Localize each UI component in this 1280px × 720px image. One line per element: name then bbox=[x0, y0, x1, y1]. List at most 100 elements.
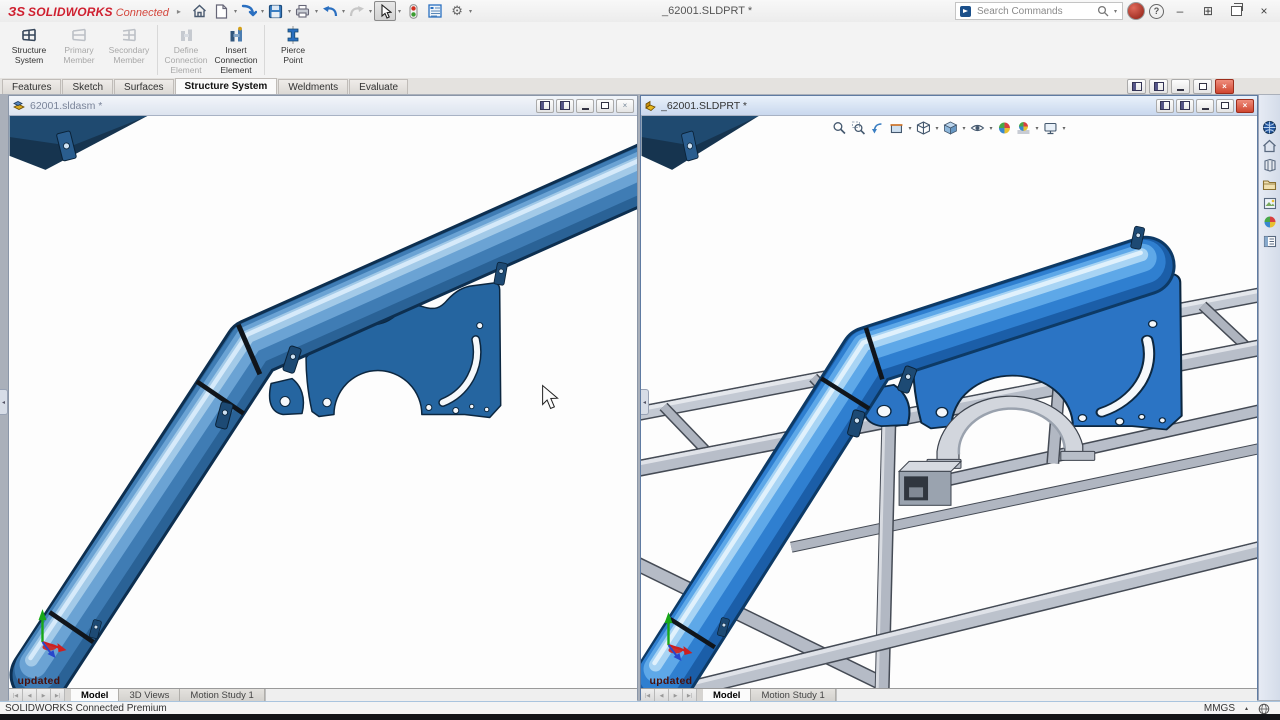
save-dropdown-icon[interactable]: ▾ bbox=[288, 8, 291, 15]
menu-flyout-icon[interactable]: ▸ bbox=[177, 7, 181, 16]
zoom-to-fit-button[interactable] bbox=[831, 120, 847, 136]
3dexperience-resources-button[interactable] bbox=[1261, 119, 1279, 135]
secondary-member-button: Secondary Member bbox=[104, 22, 154, 78]
assembly-viewport[interactable]: updated bbox=[9, 116, 637, 688]
app-close-button[interactable]: × bbox=[1252, 1, 1276, 21]
display-style-dropdown-icon[interactable]: ▾ bbox=[962, 125, 965, 132]
tile-horizontal-button[interactable] bbox=[1156, 99, 1174, 113]
section-view-button[interactable] bbox=[888, 120, 904, 136]
mdi-close-button[interactable]: × bbox=[1215, 79, 1234, 94]
print-dropdown-icon[interactable]: ▾ bbox=[315, 8, 318, 15]
search-icon[interactable] bbox=[1097, 5, 1109, 17]
search-scope-icon[interactable] bbox=[960, 6, 971, 17]
task-pane bbox=[1258, 95, 1280, 700]
status-globe-icon[interactable] bbox=[1258, 703, 1270, 715]
undo-button[interactable] bbox=[320, 2, 340, 20]
roll-cage-tube[interactable] bbox=[655, 253, 1146, 680]
previous-view-button[interactable] bbox=[869, 120, 885, 136]
app-tile-button[interactable]: ⊞ bbox=[1196, 1, 1220, 21]
open-dropdown-icon[interactable]: ▾ bbox=[261, 8, 264, 15]
help-button[interactable]: ? bbox=[1149, 4, 1164, 19]
heads-up-view-toolbar: ▾ ▾ ▾ ▾ bbox=[831, 119, 1066, 137]
mdi-minimize-button[interactable] bbox=[1171, 79, 1190, 94]
search-box[interactable]: ▾ bbox=[955, 2, 1123, 20]
assembly-3d-scene[interactable]: updated bbox=[9, 116, 637, 688]
tab-structure-system[interactable]: Structure System bbox=[175, 78, 278, 94]
window-close-button[interactable]: × bbox=[1236, 99, 1254, 113]
custom-properties-button[interactable] bbox=[1261, 233, 1279, 249]
tab-surfaces[interactable]: Surfaces bbox=[114, 79, 173, 94]
search-dropdown-icon[interactable]: ▾ bbox=[1114, 8, 1117, 15]
hide-show-items-button[interactable] bbox=[970, 120, 986, 136]
part-window-title: _62001.SLDPRT * bbox=[661, 100, 1152, 112]
new-document-button[interactable] bbox=[212, 2, 232, 20]
list-panel-button[interactable] bbox=[425, 2, 445, 20]
units-label[interactable]: MMGS bbox=[1204, 703, 1235, 714]
tile-vertical-button[interactable] bbox=[1149, 79, 1168, 94]
solidworks-resources-button[interactable] bbox=[1261, 138, 1279, 154]
new-dropdown-icon[interactable]: ▾ bbox=[234, 8, 237, 15]
file-explorer-button[interactable] bbox=[1261, 176, 1279, 192]
tile-horizontal-button[interactable] bbox=[536, 99, 554, 113]
insert-connection-element-icon bbox=[227, 25, 245, 45]
edit-appearance-button[interactable] bbox=[997, 120, 1013, 136]
window-minimize-button[interactable] bbox=[1196, 99, 1214, 113]
apply-scene-button[interactable] bbox=[1016, 120, 1032, 136]
scene-dropdown-icon[interactable]: ▾ bbox=[1036, 125, 1039, 132]
window-restore-button[interactable] bbox=[596, 99, 614, 113]
window-restore-button[interactable] bbox=[1216, 99, 1234, 113]
part-window-titlebar[interactable]: _62001.SLDPRT * × bbox=[641, 96, 1257, 116]
assembly-bottom-tabs: |◀ ◀ ▶ ▶| Model 3D Views Motion Study 1 bbox=[9, 688, 637, 702]
secondary-member-icon bbox=[120, 25, 138, 45]
hide-show-dropdown-icon[interactable]: ▾ bbox=[990, 125, 993, 132]
tab-features[interactable]: Features bbox=[2, 79, 61, 94]
view-orientation-button[interactable] bbox=[915, 120, 931, 136]
featuremanager-collapse-handle-left[interactable]: ◂ bbox=[0, 389, 8, 415]
search-input[interactable] bbox=[975, 5, 1093, 18]
section-dropdown-icon[interactable]: ▾ bbox=[908, 125, 911, 132]
print-button[interactable] bbox=[293, 2, 313, 20]
select-dropdown-icon[interactable]: ▾ bbox=[398, 8, 401, 15]
featuremanager-collapse-handle-right[interactable]: ◂ bbox=[641, 389, 649, 415]
app-minimize-button[interactable]: – bbox=[1168, 1, 1192, 21]
define-connection-element-button: Define Connection Element bbox=[161, 22, 211, 78]
undo-dropdown-icon[interactable]: ▾ bbox=[342, 8, 345, 15]
tile-horizontal-button[interactable] bbox=[1127, 79, 1146, 94]
mdi-restore-button[interactable] bbox=[1193, 79, 1212, 94]
window-minimize-button[interactable] bbox=[576, 99, 594, 113]
tab-weldments[interactable]: Weldments bbox=[278, 79, 348, 94]
structure-system-button[interactable]: Structure System bbox=[4, 22, 54, 78]
open-button[interactable] bbox=[239, 2, 259, 20]
part-3d-scene[interactable]: updated bbox=[641, 116, 1257, 688]
workspace: ◂ ◂ 62001.sldasm * × bbox=[0, 94, 1280, 701]
settings-dropdown-icon[interactable]: ▾ bbox=[469, 8, 472, 15]
orientation-dropdown-icon[interactable]: ▾ bbox=[935, 125, 938, 132]
select-tool-button[interactable] bbox=[374, 1, 396, 21]
status-bar: SOLIDWORKS Connected Premium MMGS ▴ bbox=[0, 701, 1280, 715]
design-library-button[interactable] bbox=[1261, 157, 1279, 173]
save-button[interactable] bbox=[266, 2, 286, 20]
tile-vertical-button[interactable] bbox=[1176, 99, 1194, 113]
part-viewport[interactable]: updated ▾ bbox=[641, 116, 1257, 688]
app-restore-button[interactable] bbox=[1224, 1, 1248, 21]
tile-icon bbox=[1154, 82, 1164, 91]
tile-vertical-button[interactable] bbox=[556, 99, 574, 113]
ribbon-separator bbox=[264, 25, 265, 75]
insert-connection-element-button[interactable]: Insert Connection Element bbox=[211, 22, 261, 78]
tab-evaluate[interactable]: Evaluate bbox=[349, 79, 408, 94]
tab-sketch[interactable]: Sketch bbox=[62, 79, 113, 94]
lifecycle-status-button[interactable] bbox=[403, 2, 423, 20]
view-settings-button[interactable] bbox=[1043, 120, 1059, 136]
window-close-button[interactable]: × bbox=[616, 99, 634, 113]
appearances-scenes-button[interactable] bbox=[1261, 214, 1279, 230]
view-palette-button[interactable] bbox=[1261, 195, 1279, 211]
user-avatar[interactable] bbox=[1127, 2, 1145, 20]
home-button[interactable] bbox=[190, 2, 210, 20]
display-style-button[interactable] bbox=[942, 120, 958, 136]
view-settings-dropdown-icon[interactable]: ▾ bbox=[1063, 125, 1066, 132]
units-dropdown-icon[interactable]: ▴ bbox=[1245, 705, 1248, 712]
assembly-window-titlebar[interactable]: 62001.sldasm * × bbox=[9, 96, 637, 116]
zoom-to-area-button[interactable] bbox=[850, 120, 866, 136]
pierce-point-button[interactable]: Pierce Point bbox=[268, 22, 318, 78]
settings-button[interactable]: ⚙ bbox=[447, 2, 467, 20]
